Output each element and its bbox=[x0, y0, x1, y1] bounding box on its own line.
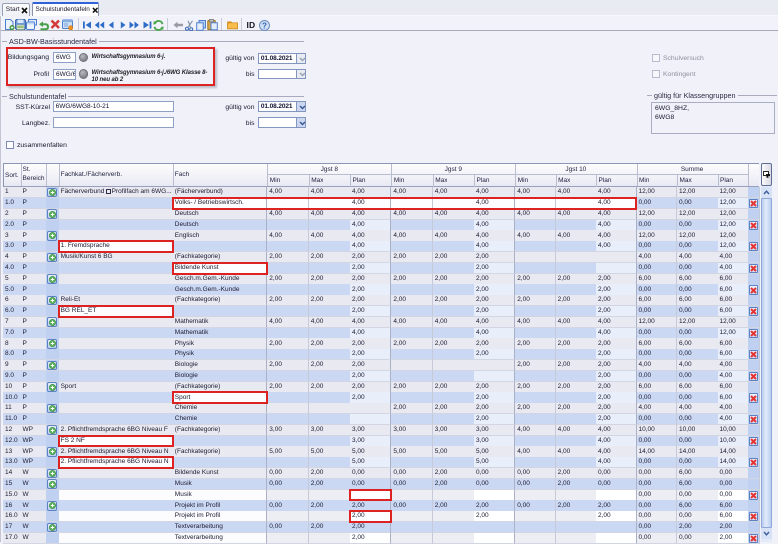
svg-text:?: ? bbox=[262, 21, 267, 30]
